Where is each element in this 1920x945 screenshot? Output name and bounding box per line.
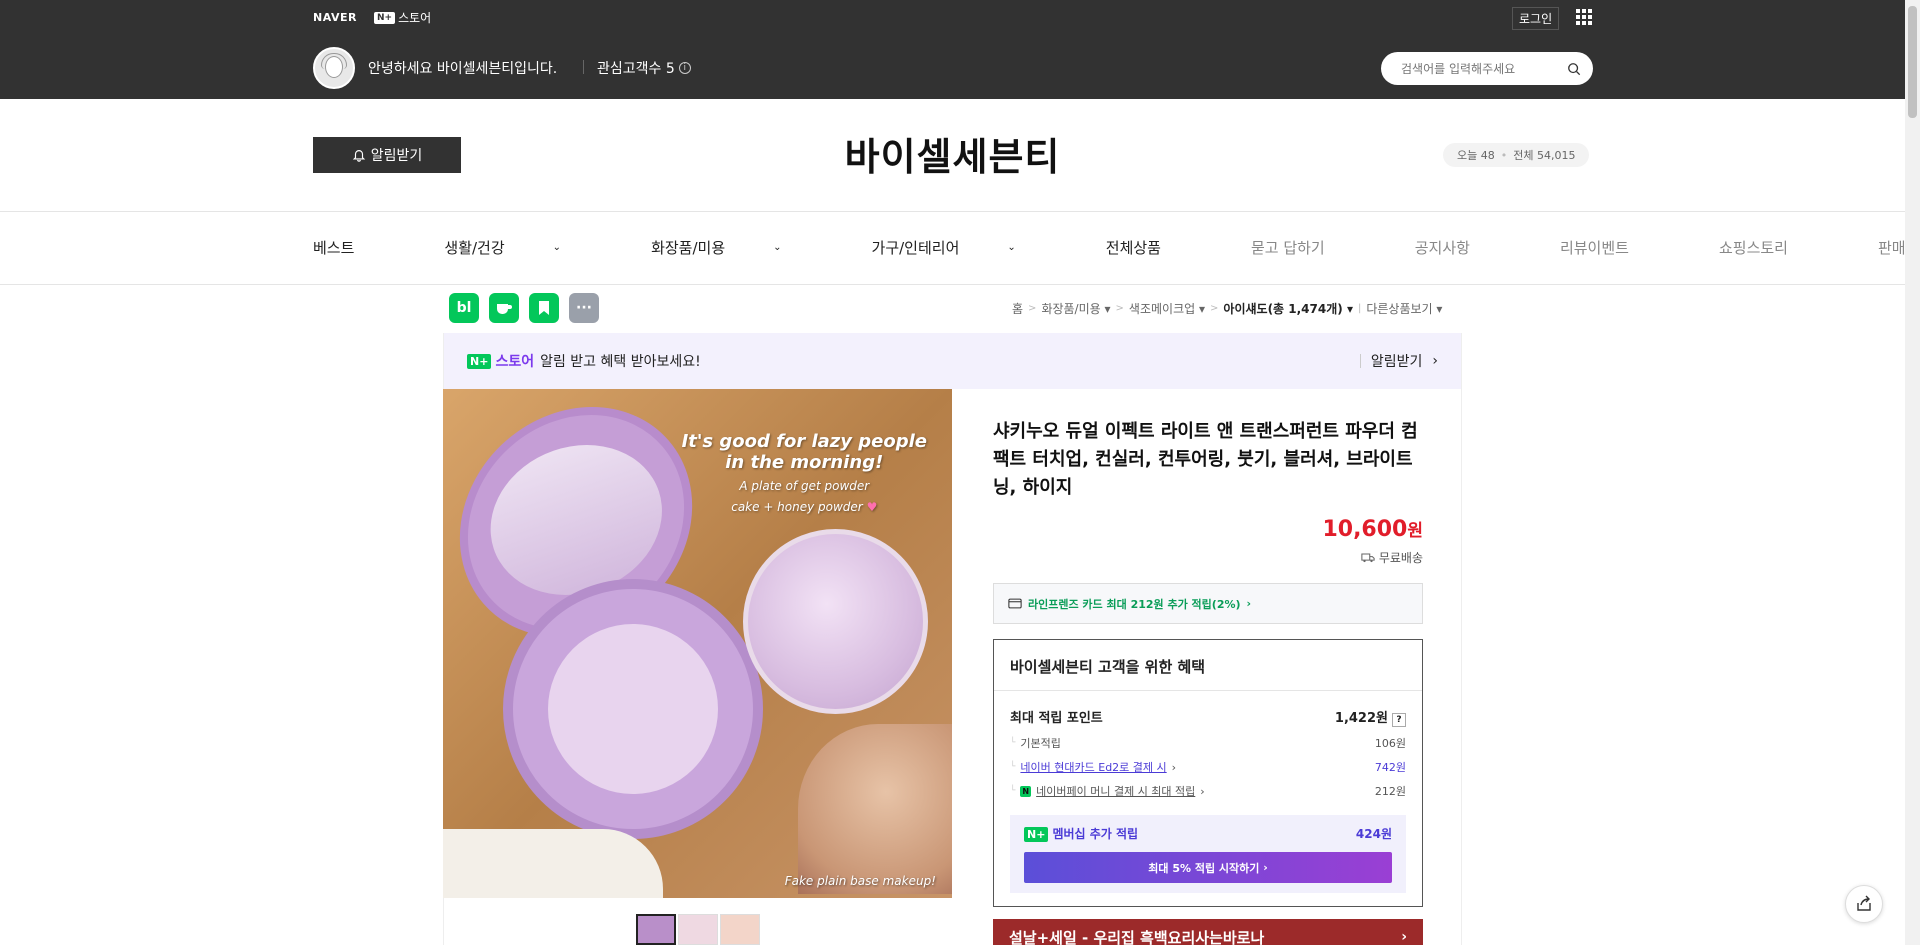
- breadcrumb-cat2[interactable]: 색조메이크업 ▾: [1129, 300, 1205, 317]
- chevron-down-icon: ⌄: [1007, 242, 1016, 253]
- nav-furniture[interactable]: 가구/인테리어 ⌄: [872, 237, 1061, 258]
- scrollbar[interactable]: [1905, 0, 1920, 945]
- shipping-label: 무료배송: [1378, 551, 1423, 565]
- nav-best[interactable]: 베스트: [313, 237, 399, 258]
- nplus-badge: N+: [1024, 827, 1049, 842]
- thumbnail-strip: [636, 914, 760, 945]
- nav-cosmetics[interactable]: 화장품/미용 ⌄: [651, 237, 826, 258]
- npay-icon: N: [1020, 785, 1032, 797]
- app-grid-icon[interactable]: [1576, 9, 1592, 25]
- breadcrumb-home[interactable]: 홈: [1012, 300, 1023, 317]
- store-label: 스토어: [398, 11, 432, 25]
- breadcrumb-cat3[interactable]: 아이섀도(총 1,474개) ▾: [1223, 300, 1353, 317]
- visit-today: 오늘 48: [1457, 149, 1495, 162]
- card-benefit[interactable]: 라인프렌즈 카드 최대 212원 추가 적립(2%) ›: [993, 583, 1423, 624]
- thumbnail[interactable]: [720, 914, 760, 945]
- card-benefit-label: 라인프렌즈 카드 최대 212원 추가 적립(2%): [1028, 597, 1241, 611]
- membership-value: 424원: [1355, 827, 1392, 841]
- fav-customers[interactable]: 관심고객수 5 i: [597, 58, 691, 78]
- greeting-text: 안녕하세요 바이셀세븐티입니다.: [368, 61, 558, 77]
- top-bar: [0, 0, 1905, 99]
- help-icon[interactable]: ?: [1392, 713, 1406, 727]
- nav-qna[interactable]: 묻고 답하기: [1251, 237, 1370, 258]
- login-button[interactable]: 로그인: [1512, 7, 1560, 30]
- fav-customers-label: 관심고객수 5: [597, 61, 675, 77]
- info-icon[interactable]: i: [678, 62, 691, 74]
- nplus-badge: N+: [374, 11, 396, 24]
- share-button[interactable]: [1845, 885, 1883, 923]
- category-nav: 베스트 생활/건강 ⌄ 화장품/미용 ⌄ 가구/인테리어 ⌄ 전체상품 묻고 답하기 …: [313, 237, 1920, 258]
- banner-store-label: 스토어: [495, 354, 535, 370]
- scrollbar-thumb[interactable]: [1908, 6, 1917, 118]
- product-name: 샤키누오 듀얼 이펙트 라이트 앤 트랜스퍼런트 파우더 컴팩트 터치업, 컨실…: [993, 421, 1418, 498]
- product-price: 10,600원: [1322, 517, 1423, 542]
- banner-text: 알림 받고 혜택 받아보세요!: [540, 354, 701, 370]
- benefit-title: 바이셀세븐티 고객을 위한 혜택: [994, 640, 1422, 691]
- sweater-graphic: [443, 829, 663, 898]
- nav-living-health[interactable]: 생활/건강 ⌄: [444, 237, 606, 258]
- compact-graphic: [503, 579, 763, 839]
- chevron-down-icon: ⌄: [773, 242, 782, 253]
- naver-logo[interactable]: NAVER: [313, 11, 357, 24]
- max-points-row: 최대 적립 포인트 1,422원?: [994, 707, 1422, 727]
- nav-notice[interactable]: 공지사항: [1415, 237, 1515, 258]
- banner-alarm-link[interactable]: 알림받기 ›: [1359, 351, 1438, 371]
- chevron-right-icon: ›: [1401, 929, 1407, 945]
- divider: [0, 284, 1905, 285]
- membership-box: N+ 멤버십 추가 적립 424원 최대 5% 적립 시작하기 ›: [1010, 815, 1406, 893]
- image-headline: It's good for lazy people in the morning…: [681, 431, 927, 514]
- chevron-right-icon: ›: [1246, 597, 1252, 610]
- membership-label: 멤버십 추가 적립: [1052, 827, 1139, 841]
- promo-text: 설날+세일 - 우리집 흑백요리사는바로나: [1009, 929, 1265, 945]
- other-products-dropdown[interactable]: 다른상품보기 ▾: [1366, 300, 1442, 317]
- product-main-image[interactable]: It's good for lazy people in the morning…: [443, 389, 952, 898]
- membership-start-button[interactable]: 최대 5% 적립 시작하기 ›: [1024, 852, 1392, 883]
- search-icon[interactable]: [1567, 62, 1581, 76]
- nav-all-products[interactable]: 전체상품: [1106, 237, 1206, 258]
- model-face-graphic: [798, 724, 952, 894]
- powder-jar-graphic: [743, 529, 928, 714]
- more-icon[interactable]: ···: [569, 293, 599, 323]
- chevron-right-icon: ›: [1432, 353, 1438, 369]
- share-icon: [1857, 895, 1871, 911]
- thumbnail[interactable]: [636, 914, 676, 945]
- thumbnail[interactable]: [678, 914, 718, 945]
- search-box[interactable]: [1381, 52, 1593, 85]
- bookmark-icon[interactable]: [529, 293, 559, 323]
- nplus-badge: N+: [467, 353, 492, 369]
- card-points-row[interactable]: 네이버 현대카드 Ed2로 결제 시› 742원: [994, 759, 1422, 775]
- image-footer-text: Fake plain base makeup!: [784, 874, 936, 888]
- visit-counter: 오늘 48 • 전체 54,015: [1443, 143, 1590, 167]
- breadcrumb-cat1[interactable]: 화장품/미용 ▾: [1041, 300, 1110, 317]
- sns-share-row: bl ···: [449, 293, 599, 323]
- customer-benefit-box: 바이셀세븐티 고객을 위한 혜택 최대 적립 포인트 1,422원? 기본적립 …: [993, 639, 1423, 907]
- basic-points-row: 기본적립 106원: [994, 735, 1422, 751]
- nplus-store-logo[interactable]: N+ 스토어: [374, 9, 431, 26]
- search-input[interactable]: [1401, 61, 1567, 76]
- cafe-icon[interactable]: [489, 293, 519, 323]
- card-icon: [1008, 598, 1022, 609]
- breadcrumb: 홈 > 화장품/미용 ▾ > 색조메이크업 ▾ > 아이섀도(총 1,474개)…: [1012, 300, 1443, 317]
- nav-shopping-story[interactable]: 쇼핑스토리: [1719, 237, 1833, 258]
- divider: [0, 211, 1905, 212]
- truck-icon: [1361, 553, 1375, 563]
- shop-title[interactable]: 바이셀세븐티: [0, 126, 1905, 181]
- blog-icon[interactable]: bl: [449, 293, 479, 323]
- divider: [583, 60, 584, 74]
- promo-banner[interactable]: 설날+세일 - 우리집 흑백요리사는바로나 ›: [993, 919, 1423, 945]
- npay-points-row[interactable]: N네이버페이 머니 결제 시 최대 적립› 212원: [994, 783, 1422, 799]
- chevron-down-icon: ⌄: [552, 242, 562, 253]
- nav-review-event[interactable]: 리뷰이벤트: [1560, 237, 1674, 258]
- store-alarm-banner: N+ 스토어 알림 받고 혜택 받아보세요! 알림받기 ›: [443, 333, 1462, 389]
- shipping-info: 무료배송: [1280, 549, 1423, 566]
- seller-avatar: [313, 47, 355, 89]
- banner-alarm-label: 알림받기: [1370, 354, 1423, 370]
- visit-total: 전체 54,015: [1513, 149, 1576, 162]
